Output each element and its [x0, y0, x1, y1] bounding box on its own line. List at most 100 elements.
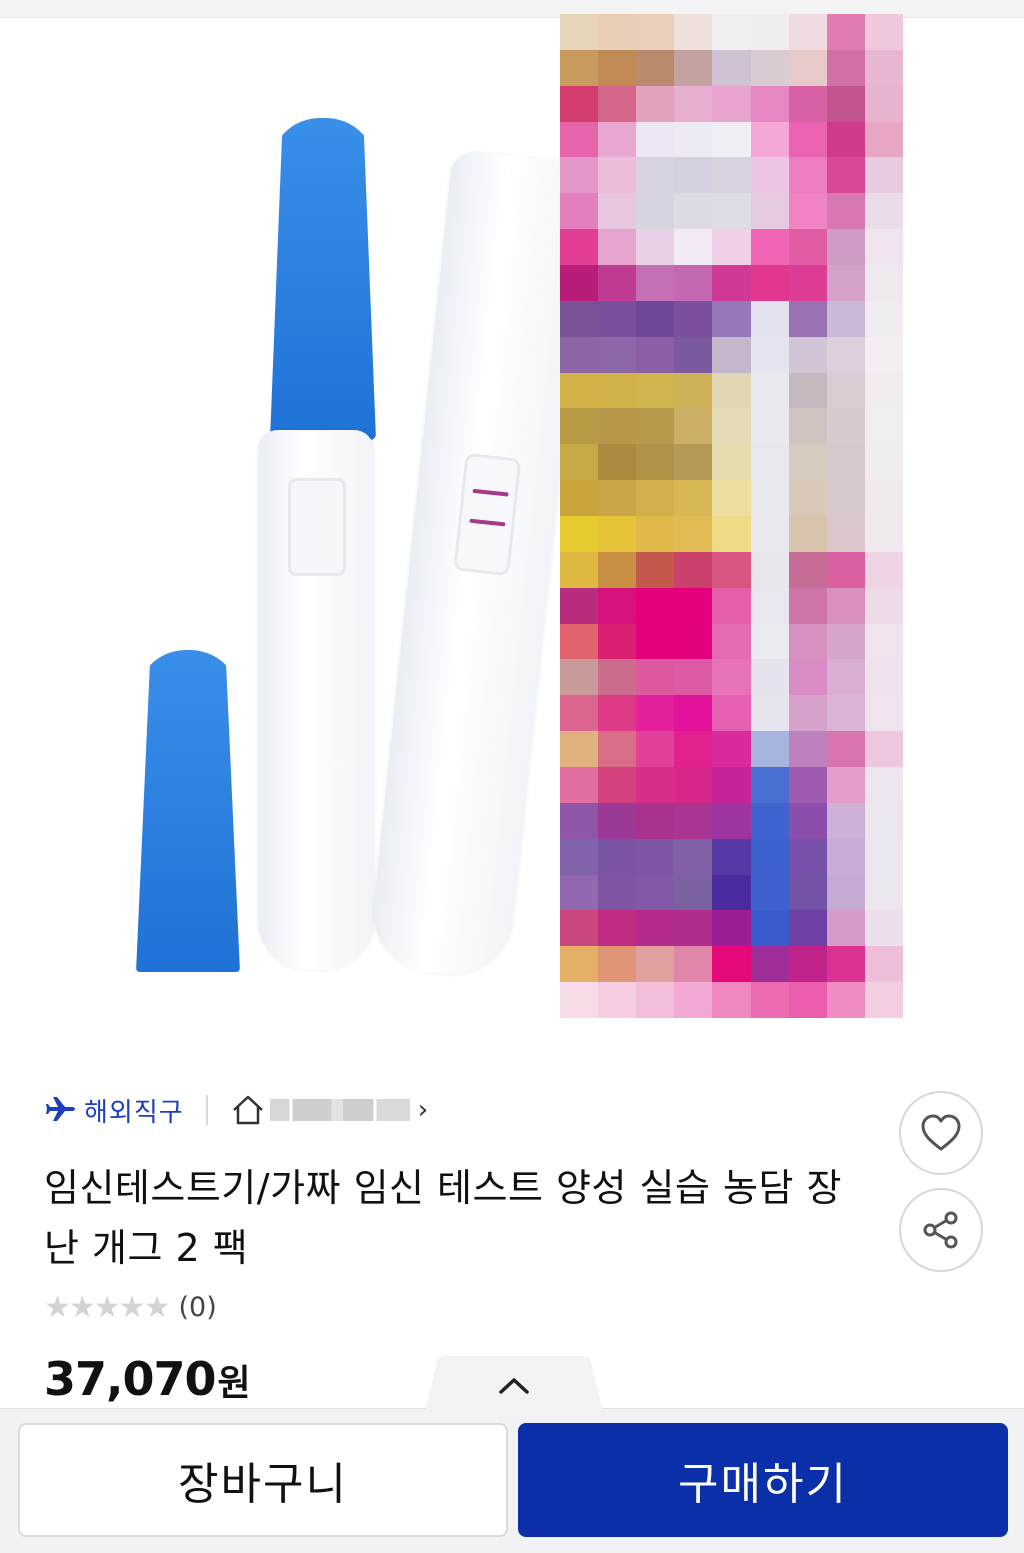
- mosaic-cell: [636, 551, 675, 588]
- mosaic-cell: [560, 49, 599, 86]
- mosaic-cell: [674, 802, 713, 839]
- mosaic-cell: [750, 300, 789, 337]
- mosaic-cell: [674, 695, 713, 732]
- mosaic-cell: [598, 85, 637, 122]
- mosaic-cell: [750, 157, 789, 194]
- test-stick-positive: [367, 149, 593, 981]
- test-stick-cap: [270, 118, 376, 440]
- mosaic-cell: [750, 265, 789, 301]
- mosaic-cell: [560, 731, 599, 767]
- mosaic-cell: [750, 408, 789, 445]
- mosaic-cell: [560, 193, 599, 230]
- wishlist-button[interactable]: [899, 1091, 983, 1175]
- mosaic-cell: [864, 372, 903, 409]
- chevron-up-icon: [499, 1378, 529, 1394]
- add-to-cart-button[interactable]: 장바구니: [18, 1423, 508, 1537]
- mosaic-cell: [598, 946, 637, 983]
- mosaic-cell: [864, 767, 903, 803]
- mosaic-cell: [674, 731, 713, 767]
- mosaic-cell: [712, 802, 751, 839]
- mosaic-cell: [712, 946, 751, 983]
- mosaic-cell: [750, 623, 789, 660]
- mosaic-cell: [864, 157, 903, 194]
- mosaic-cell: [750, 49, 789, 86]
- mosaic-cell: [598, 802, 637, 839]
- mosaic-cell: [864, 802, 903, 839]
- mosaic-cell: [788, 14, 827, 50]
- mosaic-cell: [636, 623, 675, 660]
- mosaic-cell: [788, 444, 827, 481]
- mosaic-cell: [598, 480, 637, 516]
- mosaic-cell: [636, 587, 675, 624]
- mosaic-cell: [788, 731, 827, 767]
- buy-now-button[interactable]: 구매하기: [518, 1423, 1008, 1537]
- mosaic-cell: [712, 444, 751, 481]
- mosaic-cell: [750, 731, 789, 767]
- mosaic-cell: [636, 695, 675, 732]
- mosaic-cell: [712, 767, 751, 803]
- mosaic-cell: [674, 49, 713, 86]
- mosaic-cell: [788, 946, 827, 983]
- mosaic-cell: [560, 85, 599, 122]
- mosaic-cell: [598, 910, 637, 947]
- mosaic-cell: [598, 551, 637, 588]
- mosaic-cell: [560, 659, 599, 696]
- meta-divider: [205, 1095, 208, 1125]
- chevron-right-icon[interactable]: ›: [418, 1095, 428, 1125]
- mosaic-cell: [674, 300, 713, 337]
- mosaic-cell: [674, 14, 713, 50]
- mosaic-cell: [636, 49, 675, 86]
- mosaic-cell: [788, 695, 827, 732]
- product-meta-row: 해외직구 ›: [46, 1088, 428, 1132]
- mosaic-cell: [864, 265, 903, 301]
- mosaic-cell: [750, 802, 789, 839]
- mosaic-cell: [864, 121, 903, 158]
- mosaic-cell: [598, 695, 637, 732]
- mosaic-cell: [826, 157, 865, 194]
- mosaic-cell: [560, 14, 599, 50]
- overseas-badge[interactable]: 해외직구: [84, 1092, 184, 1129]
- mosaic-cell: [788, 767, 827, 803]
- mosaic-cell: [826, 480, 865, 516]
- mosaic-cell: [750, 767, 789, 803]
- mosaic-cell: [750, 874, 789, 911]
- mosaic-cell: [636, 85, 675, 122]
- mosaic-cell: [598, 300, 637, 337]
- mosaic-cell: [636, 982, 675, 1018]
- mosaic-cell: [712, 516, 751, 552]
- mosaic-cell: [560, 444, 599, 481]
- mosaic-cell: [864, 946, 903, 983]
- mosaic-cell: [560, 336, 599, 373]
- share-button[interactable]: [899, 1188, 983, 1272]
- mosaic-cell: [712, 193, 751, 230]
- mosaic-cell: [674, 910, 713, 947]
- mosaic-cell: [674, 874, 713, 911]
- mosaic-cell: [826, 623, 865, 660]
- home-icon[interactable]: [230, 1093, 266, 1127]
- mosaic-cell: [598, 982, 637, 1018]
- mosaic-cell: [788, 480, 827, 516]
- test-stick: [258, 430, 374, 970]
- mosaic-cell: [864, 982, 903, 1018]
- mosaic-cell: [826, 229, 865, 265]
- mosaic-cell: [636, 157, 675, 194]
- mosaic-cell: [598, 193, 637, 230]
- expand-options-tab[interactable]: [424, 1356, 604, 1416]
- rating[interactable]: ★★★★★ (0): [44, 1290, 217, 1325]
- mosaic-cell: [712, 157, 751, 194]
- mosaic-cell: [864, 551, 903, 588]
- mosaic-cell: [560, 695, 599, 732]
- price-unit: 원: [217, 1363, 251, 1404]
- store-name-redacted[interactable]: [269, 1099, 410, 1121]
- product-image[interactable]: [0, 0, 1024, 1060]
- mosaic-cell: [864, 516, 903, 552]
- mosaic-cell: [750, 587, 789, 624]
- mosaic-cell: [712, 300, 751, 337]
- mosaic-cell: [598, 516, 637, 552]
- review-count: (0): [178, 1292, 217, 1323]
- mosaic-cell: [712, 49, 751, 86]
- mosaic-cell: [864, 14, 903, 50]
- mosaic-cell: [598, 14, 637, 50]
- mosaic-cell: [750, 121, 789, 158]
- mosaic-cell: [826, 587, 865, 624]
